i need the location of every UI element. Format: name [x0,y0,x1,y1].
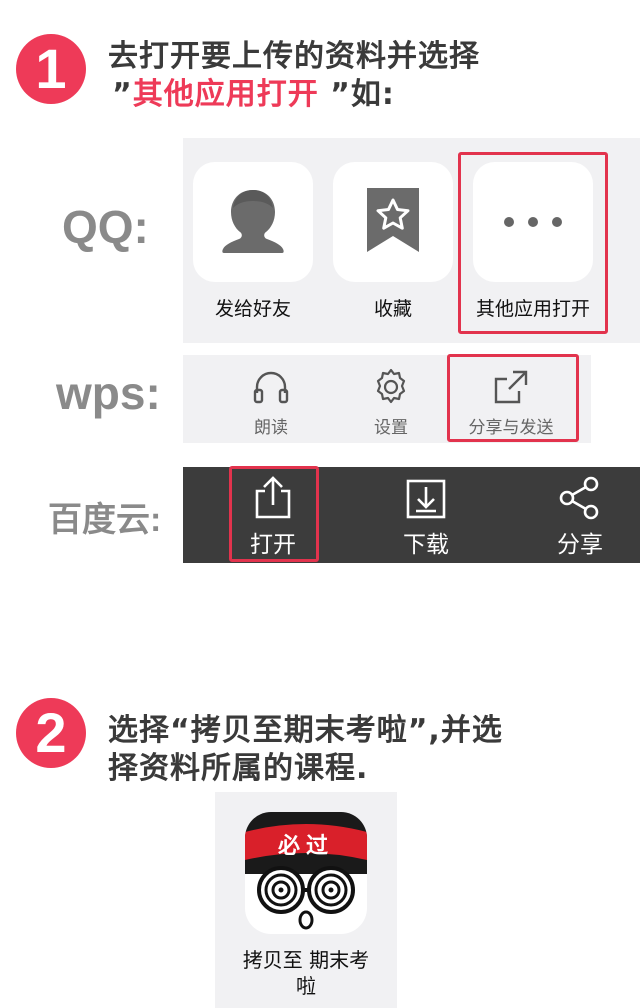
qq-send-friend-button[interactable] [193,162,313,282]
highlight-other-apps: 其他应用打开 [132,77,319,112]
wps-read-aloud-label: 朗读 [254,418,288,438]
wps-label: wps: [56,367,161,419]
baidu-label: 百度云: [48,501,162,539]
app-badge-text: 必过 [277,833,334,859]
qq-favorite-button[interactable] [333,162,453,282]
share-nodes-icon [559,476,599,520]
qq-send-friend-label: 发给好友 [214,298,291,320]
wps-read-aloud-button[interactable]: 朗读 [216,355,326,443]
quote-open: ” [112,77,133,112]
baidu-download-label: 下载 [403,532,449,558]
app-name-line-2: 啦 [296,974,316,998]
baidu-share-label: 分享 [557,532,603,558]
step-1-line-1: 去打开要上传的资料并选择 [108,39,480,74]
step-1-line-2: ”其他应用打开 ”如: [108,76,480,114]
wps-highlight-box [447,354,579,442]
qq-highlight-box [458,152,608,334]
quote-close: ”如: [318,77,395,112]
headphones-icon [253,371,289,404]
wps-settings-label: 设置 [374,418,408,438]
step-2-line-1: 选择“拷贝至期末考啦”,并选 [108,713,503,748]
app-name-line-1: 拷贝至 期末考 [242,948,370,972]
wps-settings-button[interactable]: 设置 [336,355,446,443]
step-2-badge: 2 [16,698,86,768]
step-1-instruction: 去打开要上传的资料并选择 ”其他应用打开 ”如: [108,38,480,114]
qq-favorite-label: 收藏 [373,298,412,320]
person-icon [222,190,284,253]
gear-icon [376,368,406,404]
download-icon [406,479,446,519]
bookmark-star-icon [367,188,419,252]
baidu-share-button[interactable]: 分享 [520,467,640,563]
baidu-highlight-box [229,466,319,562]
step-2-line-2: 择资料所属的课程. [108,751,369,786]
baidu-download-button[interactable]: 下载 [366,467,486,563]
step-2-instruction: 选择“拷贝至期末考啦”,并选 择资料所属的课程. [108,712,503,788]
app-name-label: 拷贝至 期末考 啦 [215,947,397,999]
app-item-copy-to-exam[interactable]: 必过 拷贝至 期末考 啦 [215,792,397,1008]
step-1-badge: 1 [16,34,86,104]
qq-label: QQ: [62,201,149,253]
